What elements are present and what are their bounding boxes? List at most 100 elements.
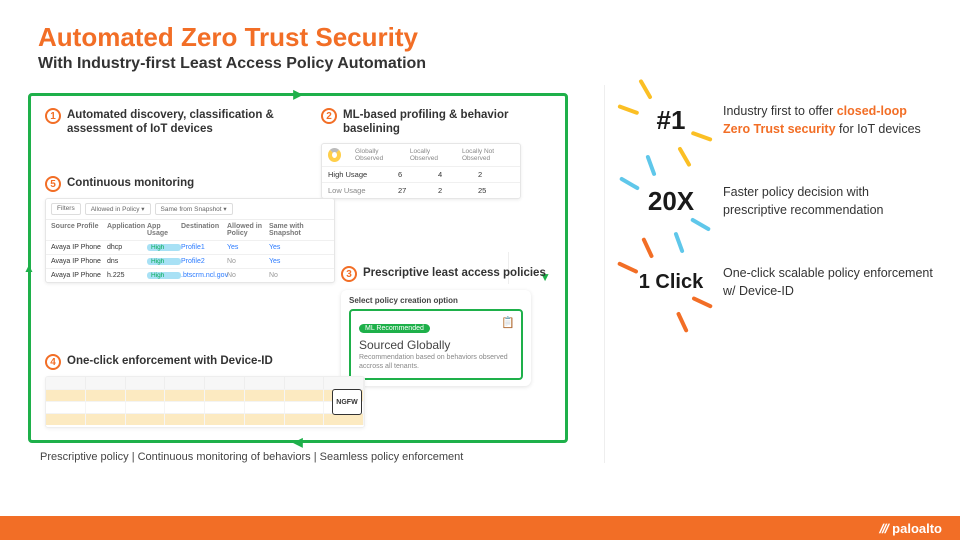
- td: Yes: [227, 244, 269, 251]
- td: dns: [107, 258, 147, 265]
- footer: /// paloalto: [0, 516, 960, 540]
- policy-caption: Select policy creation option: [349, 296, 523, 305]
- stat-big-1: #1: [635, 105, 707, 136]
- header: Automated Zero Trust Security With Indus…: [0, 0, 960, 73]
- table-row: [46, 401, 364, 413]
- ml-cell: 2: [438, 186, 478, 195]
- step-badge-5: 5: [45, 176, 61, 192]
- td: Yes: [269, 258, 327, 265]
- step-badge-3: 3: [341, 266, 357, 282]
- ml-cell: 4: [438, 170, 478, 179]
- th: Application: [107, 223, 147, 237]
- step-5: 5 Continuous monitoring Filters Allowed …: [45, 176, 325, 283]
- ml-col-2: Locally Not Observed: [462, 148, 514, 162]
- table-row: Avaya IP Phone dhcp High Profile1 Yes Ye…: [46, 240, 334, 254]
- ml-row-label: High Usage: [328, 170, 398, 179]
- ml-cell: 6: [398, 170, 438, 179]
- step-title-5: Continuous monitoring: [67, 176, 194, 190]
- td[interactable]: Profile1: [181, 244, 227, 251]
- stat-big-2: 20X: [635, 186, 707, 217]
- td: No: [269, 272, 327, 279]
- td: No: [227, 258, 269, 265]
- step-badge-1: 1: [45, 108, 61, 124]
- ml-col-0: Globally Observed: [355, 148, 400, 162]
- th: Same with Snapshot: [269, 223, 327, 237]
- step-title-1: Automated discovery, classification & as…: [67, 108, 295, 137]
- ml-cell: 25: [478, 186, 518, 195]
- stat-value: #1: [657, 105, 686, 135]
- brand-name: paloalto: [892, 521, 942, 536]
- usage-tag: High: [147, 258, 181, 265]
- policy-option[interactable]: 📋 ML Recommended Sourced Globally Recomm…: [349, 309, 523, 380]
- td: dhcp: [107, 244, 147, 251]
- policy-card: Select policy creation option 📋 ML Recom…: [341, 290, 531, 386]
- stat-text-2: Faster policy decision with prescriptive…: [723, 184, 933, 219]
- step-badge-4: 4: [45, 354, 61, 370]
- ngfw-badge: NGFW: [332, 389, 362, 415]
- td: Yes: [269, 244, 327, 251]
- stat-1: #1 Industry first to offer closed-loop Z…: [635, 103, 938, 138]
- td: No: [227, 272, 269, 279]
- th: Allowed in Policy: [227, 223, 269, 237]
- stat-value: 1 Click: [639, 271, 703, 293]
- ml-row-0: High Usage 6 4 2: [322, 166, 520, 182]
- brand-slash-icon: ///: [878, 521, 890, 536]
- step-1: 1 Automated discovery, classification & …: [45, 108, 295, 137]
- ml-row-label: Low Usage: [328, 186, 398, 195]
- policy-sub: Recommendation based on behaviors observ…: [359, 354, 513, 372]
- table-row: Avaya IP Phone dns High Profile2 No Yes: [46, 254, 334, 268]
- td[interactable]: Profile2: [181, 258, 227, 265]
- td: Avaya IP Phone: [51, 272, 107, 279]
- stat-text-3: One-click scalable policy enforcement w/…: [723, 265, 933, 300]
- enforcement-strip: NGFW: [45, 376, 365, 428]
- ml-cell: 27: [398, 186, 438, 195]
- stat-3: 1 Click One-click scalable policy enforc…: [635, 265, 938, 300]
- table-toolbar: Filters Allowed in Policy ▾ Same from Sn…: [46, 199, 334, 220]
- arrow-left-icon: ◀: [293, 435, 302, 449]
- td[interactable]: .btscrm.ncl.gov: [181, 272, 227, 279]
- ml-table: Globally Observed Locally Observed Local…: [321, 143, 521, 199]
- loop-box: ▶ ▼ ◀ ▲ 1 Automated discovery, classific…: [28, 93, 568, 443]
- same-dropdown[interactable]: Same from Snapshot ▾: [155, 203, 233, 215]
- stat-2: 20X Faster policy decision with prescrip…: [635, 184, 938, 219]
- ring-chart-icon: [328, 148, 341, 162]
- stat-pre: Industry first to offer: [723, 104, 837, 118]
- usage-tag: High: [147, 272, 181, 279]
- right-column: #1 Industry first to offer closed-loop Z…: [604, 85, 960, 463]
- step-4: 4 One-click enforcement with Device-ID N…: [45, 354, 365, 428]
- step-3: 3 Prescriptive least access policies Sel…: [341, 266, 551, 386]
- stat-value: 20X: [648, 186, 694, 216]
- page-subtitle: With Industry-first Least Access Policy …: [38, 55, 960, 73]
- main: ▶ ▼ ◀ ▲ 1 Automated discovery, classific…: [0, 73, 960, 463]
- td: h.225: [107, 272, 147, 279]
- table-row: [46, 413, 364, 425]
- caption-bottom: Prescriptive policy | Continuous monitor…: [40, 451, 588, 463]
- usage-tag: High: [147, 244, 181, 251]
- ml-cell: 2: [478, 170, 518, 179]
- step-2: 2 ML-based profiling & behavior baselini…: [321, 108, 541, 199]
- step-title-3: Prescriptive least access policies: [363, 266, 546, 280]
- step-title-2: ML-based profiling & behavior baselining: [343, 108, 541, 137]
- step-title-4: One-click enforcement with Device-ID: [67, 354, 273, 368]
- ml-recommended-pill: ML Recommended: [359, 324, 430, 333]
- allowed-dropdown[interactable]: Allowed in Policy ▾: [85, 203, 151, 215]
- left-column: ▶ ▼ ◀ ▲ 1 Automated discovery, classific…: [28, 85, 588, 463]
- th: App Usage: [147, 223, 181, 237]
- clipboard-icon: 📋: [501, 316, 515, 329]
- th: Source Profile: [51, 223, 107, 237]
- arrow-right-icon: ▶: [293, 87, 302, 101]
- table-row: Avaya IP Phone h.225 High .btscrm.ncl.go…: [46, 268, 334, 282]
- table-header: Source Profile Application App Usage Des…: [46, 220, 334, 240]
- ml-row-1: Low Usage 27 2 25: [322, 182, 520, 198]
- page-title: Automated Zero Trust Security: [38, 22, 960, 53]
- policy-title: Sourced Globally: [359, 338, 513, 352]
- table-row: [46, 389, 364, 401]
- filters-button[interactable]: Filters: [51, 203, 81, 215]
- ml-col-1: Locally Observed: [410, 148, 452, 162]
- td: Avaya IP Phone: [51, 258, 107, 265]
- stat-text-1: Industry first to offer closed-loop Zero…: [723, 103, 933, 138]
- step-badge-2: 2: [321, 108, 337, 124]
- stat-post: for IoT devices: [836, 122, 921, 136]
- monitoring-table: Filters Allowed in Policy ▾ Same from Sn…: [45, 198, 335, 283]
- ml-table-head: Globally Observed Locally Observed Local…: [322, 144, 520, 166]
